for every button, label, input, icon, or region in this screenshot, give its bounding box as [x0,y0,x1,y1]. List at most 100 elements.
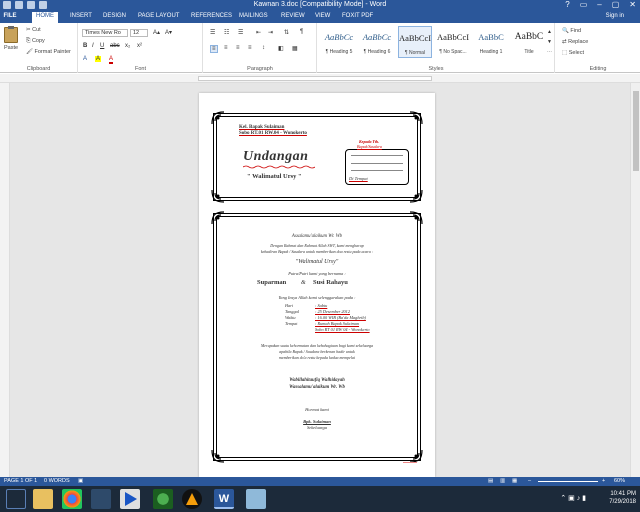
show-marks-icon[interactable]: ¶ [300,29,303,35]
document-page[interactable]: Kel. Bapak Sulaiman Sobo RT.01 RW.04 - W… [199,93,435,477]
proofing-icon[interactable]: ▣ [78,478,83,484]
maximize-button[interactable]: ▢ [612,0,620,9]
shading-icon[interactable]: ◧ [278,45,284,52]
multilevel-list-icon[interactable]: ☰ [238,29,243,36]
style-title[interactable]: AaBbC Title [512,26,546,58]
clock-time[interactable]: 10:41 PM [609,490,636,498]
corner-ornament-icon [211,449,225,463]
game-app-icon[interactable] [91,489,111,509]
detail-key: Tempat [285,321,298,326]
style-heading-5[interactable]: AaBbCc ¶ Heading 5 [322,26,356,58]
file-explorer-icon[interactable] [33,489,53,509]
chrome-icon[interactable] [62,489,82,509]
tray-icons[interactable]: ⌃ ▣ ♪ ▮ [560,494,586,502]
paste-button[interactable]: Paste [4,45,18,51]
select-button[interactable]: ⬚ Select [562,50,584,56]
tab-mailings[interactable]: MAILINGS [239,13,268,19]
media-player-icon[interactable] [120,489,140,509]
font-size-select[interactable]: 12 [130,29,148,37]
bullets-icon[interactable]: ☰ [210,29,215,36]
line-spacing-icon[interactable]: ↕ [262,45,265,51]
tab-file[interactable]: FILE [0,11,20,23]
styles-more-icon[interactable]: ⋯ [547,49,552,55]
bold-button[interactable]: B [83,43,87,49]
sign-in-link[interactable]: Sign in [606,13,624,19]
shrink-font-button[interactable]: A▾ [165,29,172,36]
copy-label: Copy [31,38,45,44]
find-button[interactable]: 🔍 Find [562,28,581,34]
subscript-button[interactable]: x₂ [125,43,130,49]
paint-app-icon[interactable] [246,489,266,509]
vertical-scrollbar[interactable] [630,83,640,477]
aimp-icon[interactable] [182,489,202,509]
tab-page-layout[interactable]: PAGE LAYOUT [138,13,179,19]
web-layout-icon[interactable]: ▦ [512,478,517,484]
zoom-level[interactable]: 60% [614,478,625,484]
tab-foxit-pdf[interactable]: FOXIT PDF [342,13,373,19]
tab-references[interactable]: REFERENCES [191,13,232,19]
zoom-in-icon[interactable]: + [602,478,605,484]
paste-icon[interactable] [4,26,18,43]
tab-insert[interactable]: INSERT [70,13,92,19]
style-normal[interactable]: AaBbCcI ¶ Normal [398,26,432,58]
zoom-out-icon[interactable]: – [528,478,531,484]
increase-indent-icon[interactable]: ⇥ [268,29,273,36]
style-name: ¶ Heading 6 [363,49,391,55]
page-count[interactable]: PAGE 1 OF 1 [4,478,37,484]
align-right-icon[interactable]: ≡ [236,45,240,51]
help-button[interactable]: ? [565,0,569,9]
horizontal-ruler[interactable] [0,74,640,83]
clock-date[interactable]: 7/29/2018 [609,498,636,506]
event-name: "Walimatul Ursy" [295,259,339,265]
ribbon-display-button[interactable]: ▭ [580,0,588,9]
tab-view[interactable]: VIEW [315,13,330,19]
editing-label: Editing [589,66,607,72]
tab-design[interactable]: DESIGN [103,13,126,19]
closing-line: Wabillahitaufiq Walhidayah [289,378,345,383]
align-left-icon[interactable]: ≡ [210,45,218,53]
style-no-spacing[interactable]: AaBbCcI ¶ No Spac... [436,26,470,58]
print-layout-icon[interactable]: ▥ [500,478,505,484]
tab-home[interactable]: HOME [32,12,58,23]
strikethrough-button[interactable]: abc [110,43,120,49]
borders-icon[interactable]: ▦ [292,45,298,52]
replace-button[interactable]: ⇄ Replace [562,39,588,45]
styles-scroll-up-icon[interactable]: ▲ [547,29,552,35]
underline-button[interactable]: U [100,43,104,49]
font-label: Font [134,66,146,72]
sort-icon[interactable]: ⇅ [284,29,289,36]
cut-button[interactable]: ✂ Cut [26,27,41,33]
font-name-select[interactable]: Times New Ro [82,29,128,37]
align-center-icon[interactable]: ≡ [224,45,228,51]
styles-scroll-down-icon[interactable]: ▼ [547,39,552,45]
style-heading-6[interactable]: AaBbCc ¶ Heading 6 [360,26,394,58]
start-button-icon[interactable] [6,489,26,509]
italic-button[interactable]: I [92,43,94,49]
font-color-button[interactable]: A [109,56,114,64]
minimize-button[interactable]: – [597,0,601,9]
paragraph-line: kehadiran Bapak / Saudara untuk memberik… [260,249,374,254]
cut-label: Cut [32,27,41,33]
scrollbar-thumb[interactable] [633,91,639,171]
word-taskbar-icon[interactable]: W [214,489,234,509]
decrease-indent-icon[interactable]: ⇤ [256,29,261,36]
style-heading-1[interactable]: AaBbC Heading 1 [474,26,508,58]
format-painter-button[interactable]: 🖌 Format Painter [26,49,71,55]
green-app-icon[interactable] [153,489,173,509]
vertical-ruler[interactable] [0,83,10,477]
highlight-button[interactable]: A [95,56,102,62]
copy-button[interactable]: ⎘ Copy [26,38,45,45]
read-mode-icon[interactable]: ▤ [488,478,493,484]
grow-font-button[interactable]: A▴ [153,29,160,36]
justify-icon[interactable]: ≡ [248,45,252,51]
word-count[interactable]: 0 WORDS [44,478,70,484]
superscript-button[interactable]: x² [137,43,142,49]
text-effects-button[interactable]: A [83,56,87,62]
styles-group: AaBbCc ¶ Heading 5 AaBbCc ¶ Heading 6 AaBb… [318,23,555,73]
bride-name: Susi Rahayu [313,279,348,286]
zoom-slider[interactable] [538,481,598,482]
system-tray: 10:41 PM 7/29/2018 [609,490,636,506]
close-button[interactable]: ✕ [629,0,636,9]
numbering-icon[interactable]: ☷ [224,29,229,36]
tab-review[interactable]: REVIEW [281,13,305,19]
